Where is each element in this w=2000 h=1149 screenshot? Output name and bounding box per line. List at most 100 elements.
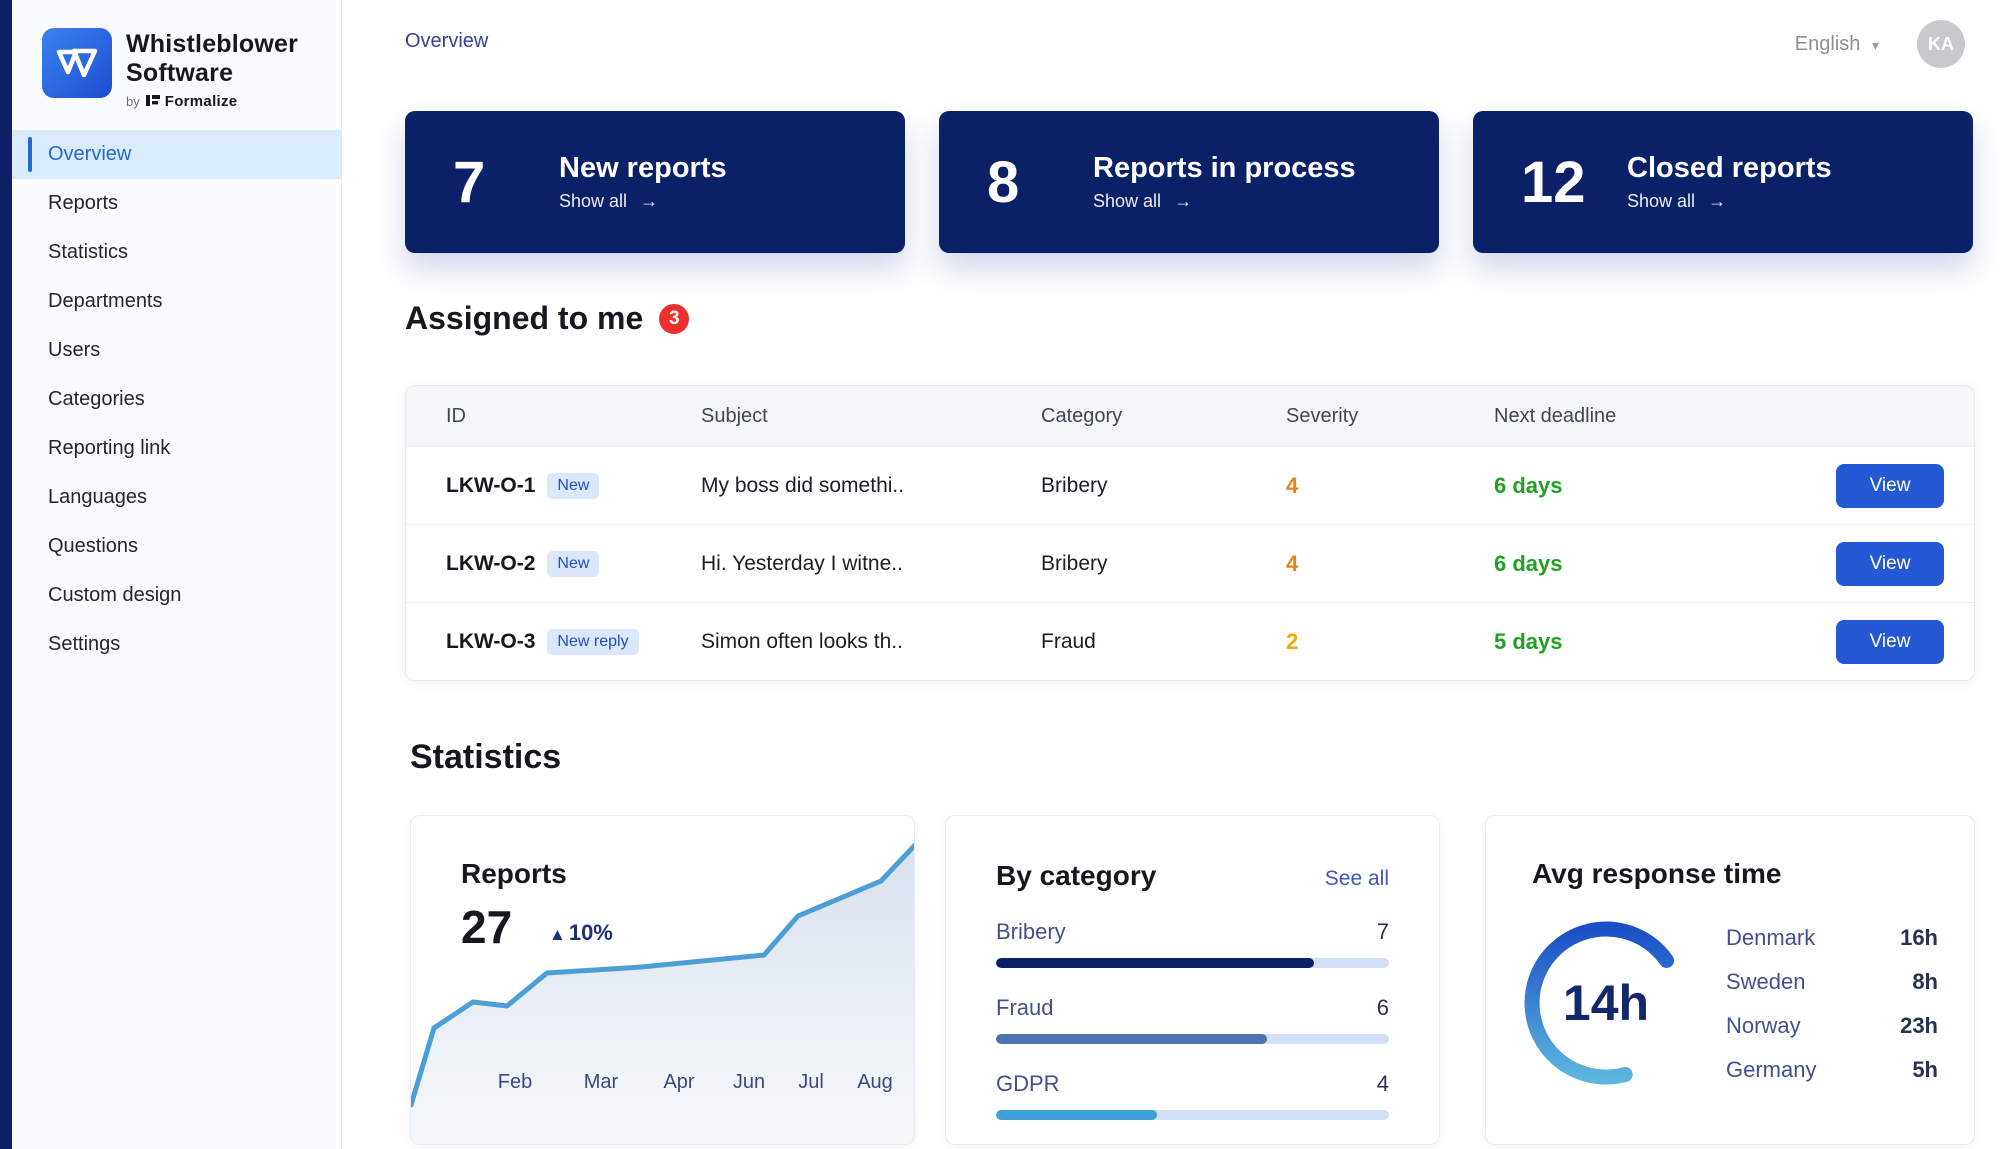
main-content: Overview English ▾ KA 7 New reports Show… <box>342 0 2000 1149</box>
show-all-link[interactable]: Show all → <box>1627 191 1832 212</box>
sidebar-item-custom-design[interactable]: Custom design <box>12 571 342 620</box>
card-reports-in-process[interactable]: 8 Reports in process Show all → <box>939 111 1439 253</box>
sidebar-item-label: Settings <box>48 633 120 656</box>
sidebar-item-languages[interactable]: Languages <box>12 473 342 522</box>
sidebar-item-statistics[interactable]: Statistics <box>12 228 342 277</box>
sidebar-nav: Overview Reports Statistics Departments … <box>12 130 342 669</box>
show-all-link[interactable]: Show all → <box>559 191 727 212</box>
category-bar-track <box>996 1110 1389 1120</box>
closed-count: 12 <box>1521 149 1593 216</box>
avg-response-card: Avg response time 14h Denmark 16h Sweden <box>1485 815 1975 1145</box>
sidebar-item-users[interactable]: Users <box>12 326 342 375</box>
report-subject: Simon often looks th.. <box>701 630 1041 654</box>
status-badge: New <box>547 551 599 577</box>
sidebar-item-overview[interactable]: Overview <box>12 130 342 179</box>
sidebar-item-reporting-link[interactable]: Reporting link <box>12 424 342 473</box>
response-gauge: 14h <box>1514 911 1698 1095</box>
sidebar-item-settings[interactable]: Settings <box>12 620 342 669</box>
status-badge: New reply <box>547 629 638 655</box>
col-header-id: ID <box>406 405 701 428</box>
status-badge: New <box>547 473 599 499</box>
sidebar-item-questions[interactable]: Questions <box>12 522 342 571</box>
view-button[interactable]: View <box>1836 464 1944 508</box>
reports-total: 27 <box>461 900 512 954</box>
category-value: 4 <box>1377 1071 1389 1097</box>
new-reports-count: 7 <box>453 149 525 216</box>
whistleblower-logo-icon <box>42 28 112 98</box>
card-closed-reports[interactable]: 12 Closed reports Show all → <box>1473 111 1973 253</box>
header-actions: English ▾ KA <box>1795 20 1965 68</box>
reports-trend: ▲10% <box>549 920 613 946</box>
country-value: 23h <box>1900 1013 1938 1039</box>
country-value: 8h <box>1912 969 1938 995</box>
byline-brand: Formalize <box>165 93 238 110</box>
assigned-count-badge: 3 <box>659 304 689 334</box>
report-category: Bribery <box>1041 552 1286 576</box>
see-all-link[interactable]: See all <box>1325 867 1389 891</box>
col-header-category: Category <box>1041 405 1286 428</box>
arrow-right-icon: → <box>1708 191 1726 211</box>
language-selector[interactable]: English ▾ <box>1795 33 1879 56</box>
sidebar-item-label: Users <box>48 339 100 362</box>
by-category-card: By category See all Bribery 7 Fraud 6 GD… <box>945 815 1440 1145</box>
report-category: Bribery <box>1041 474 1286 498</box>
report-id: LKW-O-1 <box>446 474 535 498</box>
report-category: Fraud <box>1041 630 1286 654</box>
country-label: Sweden <box>1726 969 1806 995</box>
report-subject: Hi. Yesterday I witne.. <box>701 552 1041 576</box>
x-axis-label: Feb <box>498 1071 532 1093</box>
report-severity: 4 <box>1286 473 1494 499</box>
gauge-center-value: 14h <box>1514 911 1698 1095</box>
report-id: LKW-O-3 <box>446 630 535 654</box>
x-axis-label: Aug <box>857 1071 893 1093</box>
byline-prefix: by <box>126 94 140 109</box>
card-new-reports[interactable]: 7 New reports Show all → <box>405 111 905 253</box>
category-value: 7 <box>1377 919 1389 945</box>
sidebar-item-label: Statistics <box>48 241 128 264</box>
category-bar-track <box>996 958 1389 968</box>
chevron-down-icon: ▾ <box>1872 37 1879 53</box>
sidebar-item-label: Reporting link <box>48 437 170 460</box>
report-severity: 2 <box>1286 629 1494 655</box>
sidebar-item-label: Overview <box>48 143 131 166</box>
brand-text: Whistleblower Software by Formalize <box>126 28 298 110</box>
col-header-severity: Severity <box>1286 405 1494 428</box>
report-deadline: 6 days <box>1494 473 1816 499</box>
category-bar-fill <box>996 1034 1267 1044</box>
arrow-right-icon: → <box>640 191 658 211</box>
sidebar: Whistleblower Software by Formalize Over… <box>12 0 342 1149</box>
show-all-label: Show all <box>1627 191 1695 211</box>
table-header-row: ID Subject Category Severity Next deadli… <box>406 386 1974 446</box>
sidebar-item-categories[interactable]: Categories <box>12 375 342 424</box>
category-bar-fill <box>996 958 1314 968</box>
category-label: GDPR <box>996 1071 1060 1097</box>
report-severity: 4 <box>1286 551 1494 577</box>
table-row[interactable]: LKW-O-3 New reply Simon often looks th..… <box>406 602 1974 680</box>
brand-byline: by Formalize <box>126 93 298 110</box>
in-process-title: Reports in process <box>1093 152 1356 185</box>
show-all-link[interactable]: Show all → <box>1093 191 1356 212</box>
brand: Whistleblower Software by Formalize <box>42 28 298 110</box>
avg-response-title: Avg response time <box>1532 858 1781 890</box>
view-button[interactable]: View <box>1836 620 1944 664</box>
report-deadline: 6 days <box>1494 551 1816 577</box>
new-reports-title: New reports <box>559 152 727 185</box>
breadcrumb[interactable]: Overview <box>405 30 488 53</box>
table-row[interactable]: LKW-O-1 New My boss did somethi.. Briber… <box>406 446 1974 524</box>
sidebar-item-departments[interactable]: Departments <box>12 277 342 326</box>
view-button[interactable]: View <box>1836 542 1944 586</box>
country-value: 16h <box>1900 925 1938 951</box>
country-label: Denmark <box>1726 925 1815 951</box>
avatar[interactable]: KA <box>1917 20 1965 68</box>
report-id: LKW-O-2 <box>446 552 535 576</box>
assigned-title: Assigned to me <box>405 300 643 337</box>
category-bar-track <box>996 1034 1389 1044</box>
window-edge-strip <box>0 0 12 1149</box>
sidebar-item-label: Departments <box>48 290 163 313</box>
sidebar-item-label: Categories <box>48 388 145 411</box>
reports-chart-title: Reports <box>461 858 567 890</box>
sidebar-item-reports[interactable]: Reports <box>12 179 342 228</box>
trend-up-icon: ▲ <box>549 925 566 944</box>
reports-chart-card: FebMarAprJunJulAug Reports 27 ▲10% <box>410 815 915 1145</box>
table-row[interactable]: LKW-O-2 New Hi. Yesterday I witne.. Brib… <box>406 524 1974 602</box>
